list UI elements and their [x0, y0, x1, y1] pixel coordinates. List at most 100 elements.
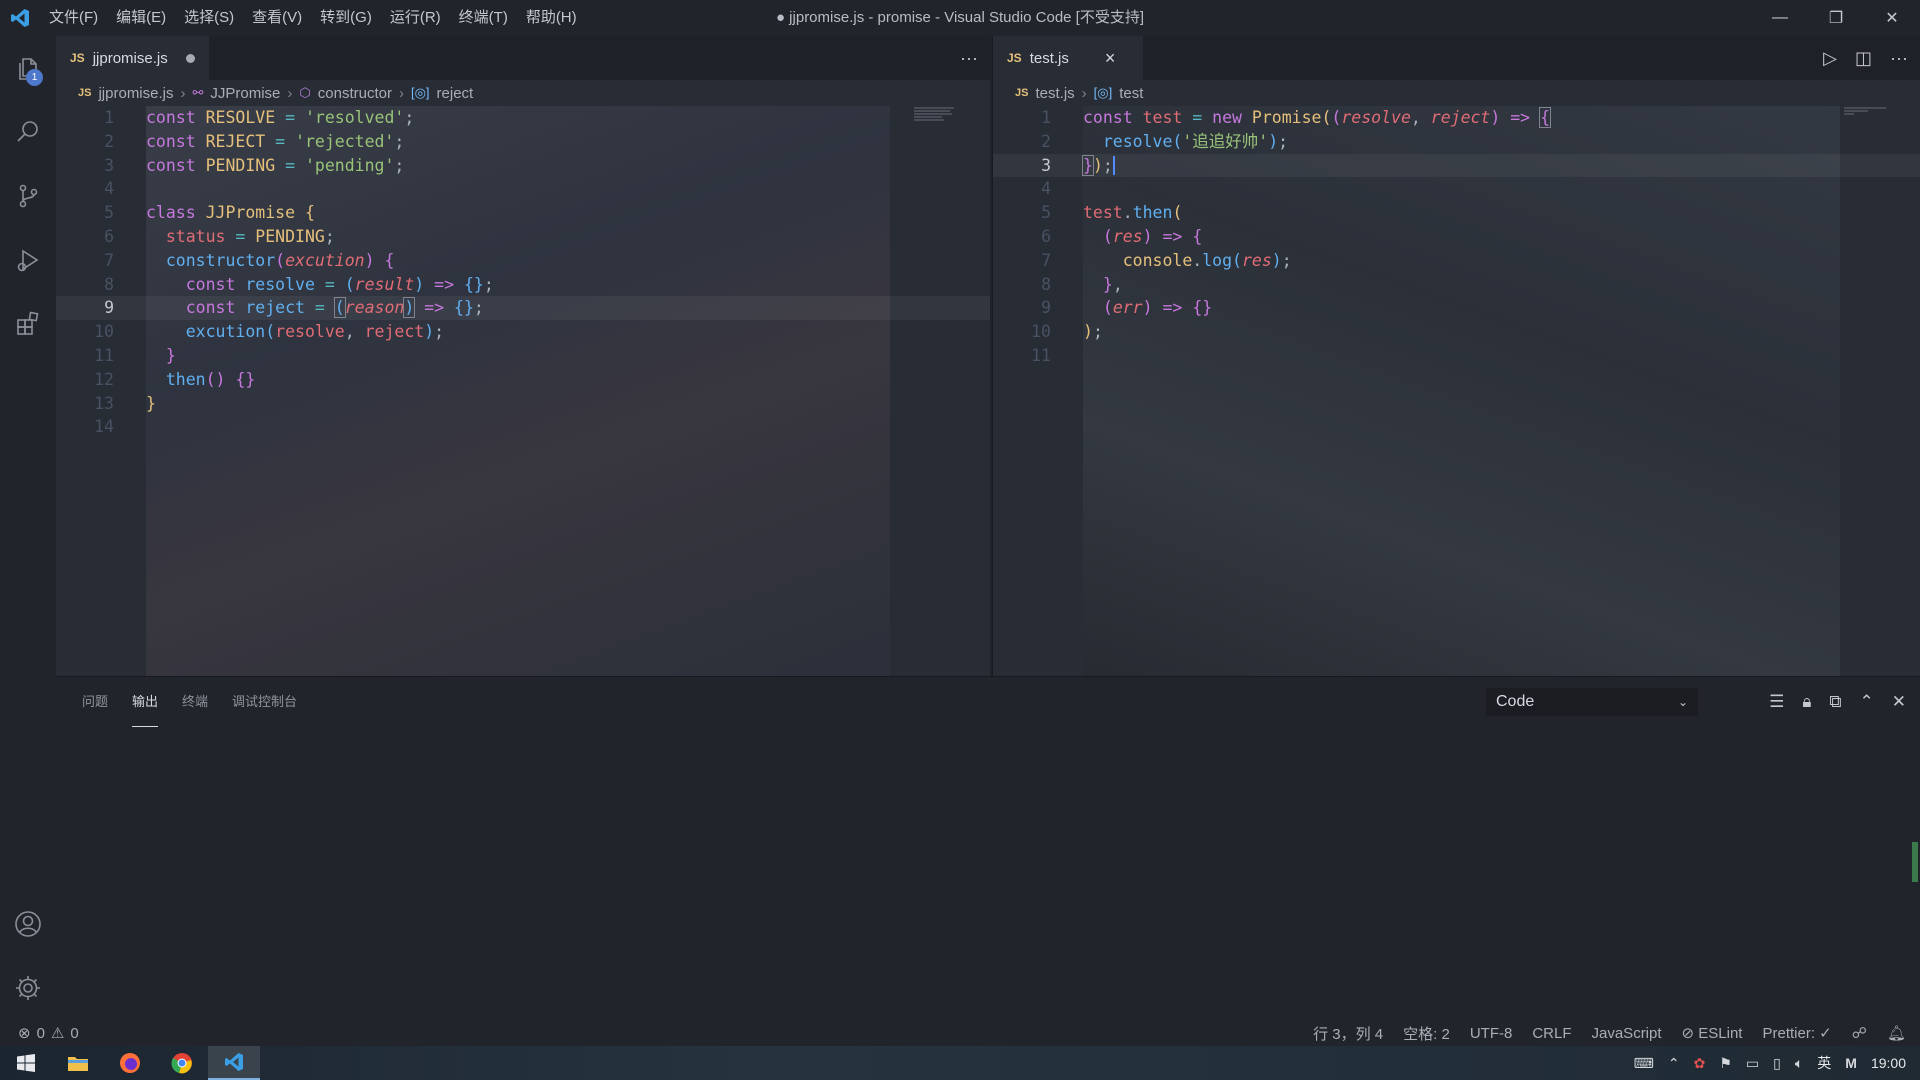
minimap[interactable] — [1844, 106, 1904, 136]
tab-debug-console[interactable]: 调试控制台 — [232, 677, 297, 727]
vertical-scrollbar[interactable] — [976, 106, 990, 676]
manage-button[interactable] — [0, 956, 56, 1020]
code-line: 8 const resolve = (result) => {}; — [104, 274, 494, 294]
menu-edit[interactable]: 编辑(E) — [107, 0, 175, 36]
prettier-status[interactable]: Prettier: ✓ — [1762, 1024, 1831, 1042]
js-file-icon: JS — [1015, 87, 1029, 99]
cursor-position[interactable]: 行 3，列 4 — [1313, 1023, 1383, 1044]
breadcrumb-class[interactable]: JJPromise — [210, 85, 280, 102]
app-tray-icon[interactable]: ✿ — [1694, 1055, 1706, 1072]
taskbar-chrome[interactable] — [156, 1046, 208, 1080]
panel-scrollbar[interactable] — [1906, 727, 1920, 1020]
breadcrumb-method[interactable]: constructor — [318, 85, 392, 102]
maximize-panel-icon[interactable]: ⌃ — [1860, 692, 1874, 712]
source-control-button[interactable] — [0, 164, 56, 228]
breadcrumb-variable[interactable]: reject — [437, 85, 474, 102]
more-actions-icon[interactable]: ··· — [1890, 48, 1908, 69]
run-file-icon[interactable]: ▷ — [1823, 48, 1837, 69]
code-line: 3}); — [993, 153, 1920, 178]
source-control-icon — [19, 184, 38, 208]
close-window-button[interactable]: ✕ — [1864, 0, 1920, 36]
indentation[interactable]: 空格: 2 — [1403, 1023, 1450, 1044]
code-lines: 1 const test = new Promise((resolve, reje… — [993, 106, 1920, 368]
minimize-button[interactable]: — — [1752, 0, 1808, 36]
menu-selection[interactable]: 选择(S) — [175, 0, 243, 36]
lock-scroll-icon[interactable]: 🔒︎ — [1802, 692, 1811, 712]
status-bar: ⊗ 0 ⚠ 0 行 3，列 4 空格: 2 UTF-8 CRLF JavaScr… — [0, 1020, 1920, 1046]
flag-icon[interactable]: ⚑ — [1719, 1055, 1732, 1072]
taskbar-firefox[interactable] — [104, 1046, 156, 1080]
explorer-button[interactable]: 1 — [0, 36, 56, 100]
notifications-bell-icon[interactable]: 🔔︎ — [1887, 1024, 1906, 1042]
network-icon[interactable]: ▭ — [1746, 1055, 1759, 1072]
volume-icon[interactable]: 🔈︎ — [1795, 1055, 1803, 1072]
code-line: 4 — [104, 179, 114, 199]
tab-jjpromise[interactable]: JS jjpromise.js — [56, 36, 209, 80]
run-debug-button[interactable] — [0, 228, 56, 292]
menu-go[interactable]: 转到(G) — [311, 0, 381, 36]
problems-status[interactable]: ⊗ 0 ⚠ 0 — [0, 1024, 79, 1043]
accounts-button[interactable] — [0, 892, 56, 956]
battery-icon[interactable]: ▯ — [1773, 1055, 1781, 1072]
chevron-right-icon: › — [180, 84, 186, 102]
minimap[interactable] — [914, 106, 974, 136]
breadcrumb-variable[interactable]: test — [1119, 85, 1143, 102]
close-tab-icon[interactable]: × — [1105, 48, 1116, 69]
output-channel-select[interactable]: Code ⌄ — [1486, 688, 1698, 716]
encoding[interactable]: UTF-8 — [1470, 1025, 1513, 1042]
menu-terminal[interactable]: 终端(T) — [450, 0, 517, 36]
split-editor-icon[interactable]: ◫ — [1855, 48, 1872, 69]
variable-icon: [◎] — [1093, 85, 1113, 100]
chevron-right-icon: › — [1081, 84, 1087, 102]
menu-bar: 文件(F) 编辑(E) 选择(S) 查看(V) 转到(G) 运行(R) 终端(T… — [40, 0, 586, 36]
tab-output[interactable]: 输出 — [132, 677, 159, 727]
error-icon: ⊗ — [18, 1025, 31, 1042]
line-ending[interactable]: CRLF — [1532, 1025, 1571, 1042]
error-count: 0 — [36, 1024, 45, 1042]
extensions-icon — [17, 311, 39, 335]
windows-taskbar: ⌨ ⌃ ✿ ⚑ ▭ ▯ 🔈︎ 英 M 19:00 — [0, 1046, 1920, 1080]
taskbar-file-explorer[interactable] — [52, 1046, 104, 1080]
clear-output-icon[interactable]: ☰ — [1769, 692, 1784, 712]
js-file-icon: JS — [1007, 51, 1022, 65]
show-hidden-icons-icon[interactable]: ⌃ — [1668, 1055, 1680, 1072]
method-icon: ⬡ — [299, 85, 311, 100]
unsaved-dot-icon[interactable] — [185, 53, 195, 63]
run-debug-icon — [17, 249, 39, 272]
menu-help[interactable]: 帮助(H) — [517, 0, 586, 36]
code-editor-left[interactable]: 1 const RESOLVE = 'resolved'; 2 const REJE… — [56, 106, 990, 676]
vertical-scrollbar[interactable] — [1906, 106, 1920, 676]
clock[interactable]: 19:00 — [1871, 1055, 1906, 1071]
tab-test[interactable]: JS test.js × — [993, 36, 1143, 80]
menu-file[interactable]: 文件(F) — [40, 0, 107, 36]
more-actions-icon[interactable]: ··· — [960, 48, 978, 69]
keyboard-icon[interactable]: ⌨ — [1634, 1055, 1654, 1072]
open-in-editor-icon[interactable]: ⧉ — [1829, 692, 1841, 712]
restore-button[interactable]: ❐ — [1808, 0, 1864, 36]
close-panel-icon[interactable]: ✕ — [1892, 692, 1906, 712]
breadcrumb: JS test.js › [◎] test — [993, 80, 1920, 106]
taskbar-vscode[interactable] — [208, 1046, 260, 1080]
menu-view[interactable]: 查看(V) — [243, 0, 311, 36]
activity-bar: 1 — [0, 36, 56, 1020]
start-button[interactable] — [0, 1046, 52, 1080]
panel-actions: ☰ 🔒︎ ⧉ ⌃ ✕ — [1769, 688, 1906, 716]
breadcrumb-file[interactable]: jjpromise.js — [98, 85, 173, 102]
feedback-icon[interactable]: ☍ — [1852, 1024, 1867, 1042]
tab-problems[interactable]: 问题 — [82, 677, 108, 727]
ime-mode-icon[interactable]: M — [1845, 1055, 1857, 1071]
code-editor-right[interactable]: 1 const test = new Promise((resolve, reje… — [993, 106, 1920, 676]
tab-label: jjpromise.js — [92, 49, 168, 67]
input-method[interactable]: 英 — [1817, 1053, 1831, 1073]
extensions-button[interactable] — [0, 292, 56, 356]
search-button[interactable] — [0, 100, 56, 164]
tab-terminal[interactable]: 终端 — [182, 677, 208, 727]
eslint-status[interactable]: ⊘ ESLint — [1682, 1024, 1743, 1042]
menu-run[interactable]: 运行(R) — [381, 0, 450, 36]
language-mode[interactable]: JavaScript — [1592, 1025, 1662, 1042]
code-line: 9 const reject = (reason) => {}; — [56, 296, 990, 321]
code-line: 10); — [1031, 322, 1103, 342]
breadcrumb-file[interactable]: test.js — [1035, 85, 1074, 102]
code-line: 2 resolve('追追好帅'); — [1041, 131, 1289, 151]
code-line: 11 } — [94, 345, 176, 365]
